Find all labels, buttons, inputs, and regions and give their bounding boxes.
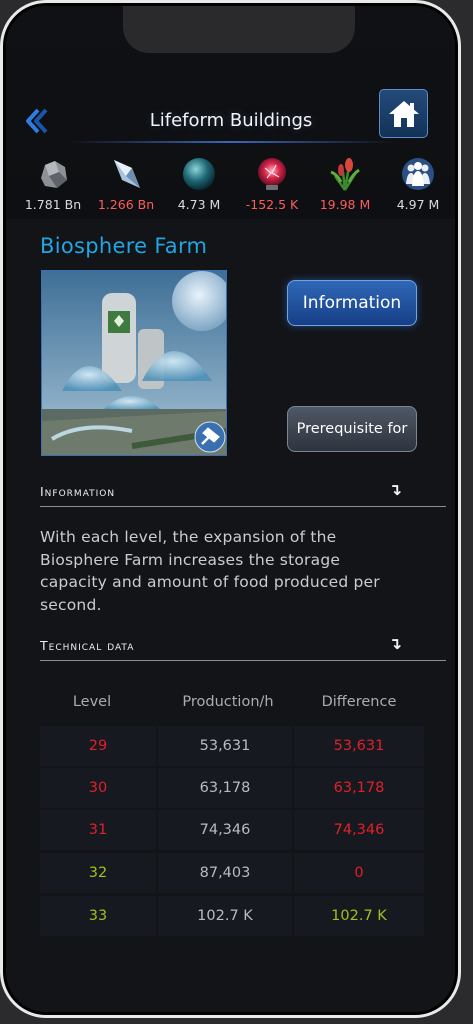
level-cell: 30 (40, 768, 156, 808)
difference-cell: 102.7 K (294, 896, 424, 936)
table-row: 30 63,178 63,178 (40, 768, 424, 808)
resource-value: 19.98 M (319, 197, 371, 212)
section-label: Information (40, 484, 116, 499)
production-cell: 53,631 (158, 726, 292, 766)
information-button[interactable]: Information (287, 280, 417, 326)
resource-value: 1.266 Bn (97, 197, 155, 212)
resource-value: 1.781 Bn (24, 197, 82, 212)
difference-cell: 63,178 (294, 768, 424, 808)
resource-value: 4.97 M (396, 197, 440, 212)
energy-icon (258, 158, 286, 190)
back-chevron-icon[interactable] (24, 106, 50, 136)
device-notch (123, 6, 355, 53)
production-cell: 87,403 (158, 853, 292, 893)
metal-icon (41, 161, 67, 188)
building-description: With each level, the expansion of the Bi… (40, 528, 380, 614)
table-row: 33 102.7 K 102.7 K (40, 896, 424, 936)
production-cell: 63,178 (158, 768, 292, 808)
page-title: Lifeform Buildings (149, 110, 313, 131)
table-row: 29 53,631 53,631 (40, 726, 424, 766)
table-row: 32 87,403 0 (40, 853, 424, 893)
resource-food[interactable]: 19.98 M (309, 154, 381, 216)
information-section-header[interactable]: Information ↴ (40, 480, 446, 507)
difference-cell: 74,346 (294, 810, 424, 850)
column-header-production: Production/h (182, 694, 274, 710)
difference-cell: 53,631 (294, 726, 424, 766)
level-cell: 31 (40, 810, 156, 850)
resource-population[interactable]: 4.97 M (382, 154, 454, 216)
resource-value: -152.5 K (245, 197, 299, 212)
resource-bar: 1.781 Bn 1.266 Bn 4.73 M -152.5 K 19.98 … (6, 154, 455, 216)
crystal-icon (114, 160, 140, 188)
resource-deuterium[interactable]: 4.73 M (163, 154, 235, 216)
collapse-arrow-icon[interactable]: ↴ (389, 480, 402, 499)
building-image (41, 270, 227, 456)
resource-value: 4.73 M (177, 197, 221, 212)
home-icon (388, 100, 419, 127)
column-header-level: Level (72, 694, 112, 710)
table-row: 31 74,346 74,346 (40, 810, 424, 850)
top-bar: Lifeform Buildings 1.781 Bn 1.266 Bn 4.7… (6, 6, 455, 219)
difference-cell: 0 (294, 853, 424, 893)
building-name: Biosphere Farm (40, 234, 208, 258)
home-button[interactable] (379, 89, 428, 138)
column-header-difference: Difference (321, 694, 397, 710)
prerequisite-button[interactable]: Prerequisite for (287, 406, 417, 452)
population-icon (402, 158, 434, 190)
level-cell: 33 (40, 896, 156, 936)
title-divider (66, 141, 396, 143)
collapse-arrow-icon[interactable]: ↴ (389, 634, 402, 653)
resource-metal[interactable]: 1.781 Bn (17, 154, 89, 216)
resource-crystal[interactable]: 1.266 Bn (90, 154, 162, 216)
production-cell: 74,346 (158, 810, 292, 850)
production-cell: 102.7 K (158, 896, 292, 936)
deuterium-icon (183, 158, 215, 190)
section-label: Technical data (40, 638, 135, 653)
app-screen: Lifeform Buildings 1.781 Bn 1.266 Bn 4.7… (6, 6, 455, 1012)
level-cell: 32 (40, 853, 156, 893)
food-icon (330, 158, 360, 191)
phone-frame: Lifeform Buildings 1.781 Bn 1.266 Bn 4.7… (0, 0, 461, 1018)
resource-energy[interactable]: -152.5 K (236, 154, 308, 216)
technical-data-section-header[interactable]: Technical data ↴ (40, 634, 446, 661)
level-cell: 29 (40, 726, 156, 766)
table-header: Level Production/h Difference (40, 686, 424, 722)
